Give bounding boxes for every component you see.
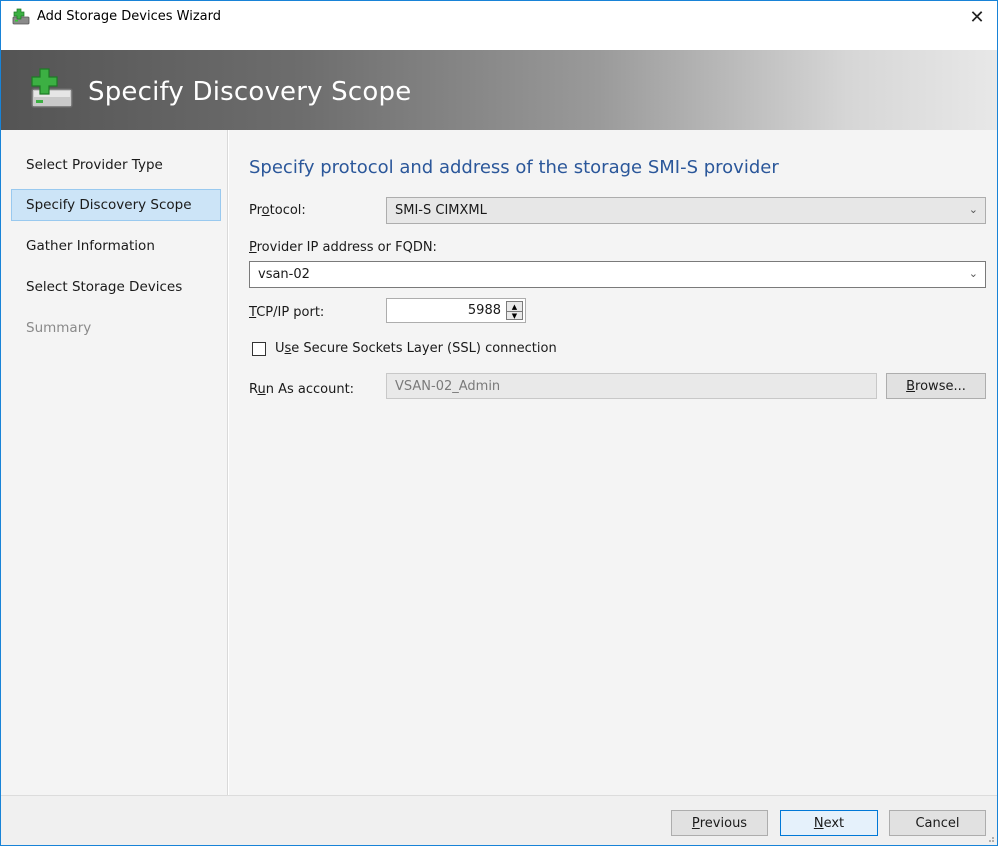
stepper-down-icon[interactable]: ▼ — [507, 311, 522, 320]
wizard-content: Specify protocol and address of the stor… — [229, 130, 997, 795]
section-heading: Specify protocol and address of the stor… — [249, 157, 779, 178]
next-button[interactable]: Next — [780, 810, 878, 836]
ssl-checkbox[interactable] — [252, 342, 266, 356]
stepper-up-icon[interactable]: ▲ — [507, 302, 522, 311]
run-as-label: Run As account: — [249, 382, 355, 397]
run-as-account-value: VSAN-02_Admin — [395, 378, 501, 394]
run-as-account-field: VSAN-02_Admin — [386, 373, 877, 399]
title-bar: Add Storage Devices Wizard ✕ — [1, 1, 997, 33]
chevron-down-icon[interactable]: ⌄ — [969, 267, 978, 280]
port-stepper[interactable]: 5988 ▲ ▼ — [386, 298, 526, 323]
add-storage-icon — [12, 8, 30, 25]
wizard-banner: Specify Discovery Scope — [1, 50, 997, 130]
step-label: Select Provider Type — [26, 157, 163, 173]
step-gather-information[interactable]: Gather Information — [11, 230, 221, 262]
step-summary: Summary — [11, 312, 221, 344]
provider-address-label: Provider IP address or FQDN: — [249, 240, 437, 255]
close-icon: ✕ — [969, 6, 985, 28]
provider-address-combobox[interactable]: vsan-02 ⌄ — [249, 261, 986, 288]
previous-button[interactable]: Previous — [671, 810, 768, 836]
protocol-value: SMI-S CIMXML — [395, 203, 487, 218]
step-select-storage-devices[interactable]: Select Storage Devices — [11, 271, 221, 303]
browse-button[interactable]: Browse... — [886, 373, 986, 399]
step-select-provider-type[interactable]: Select Provider Type — [11, 149, 221, 181]
port-label: TCP/IP port: — [249, 305, 325, 320]
add-storage-icon — [31, 68, 73, 108]
step-specify-discovery-scope[interactable]: Specify Discovery Scope — [11, 189, 221, 221]
ssl-label[interactable]: Use Secure Sockets Layer (SSL) connectio… — [275, 341, 557, 356]
close-button[interactable]: ✕ — [957, 1, 997, 33]
protocol-label: Protocol: — [249, 203, 306, 218]
window-title: Add Storage Devices Wizard — [37, 9, 221, 24]
wizard-window: Add Storage Devices Wizard ✕ Specify Dis… — [0, 0, 998, 846]
resize-grip-icon[interactable] — [985, 833, 995, 843]
step-label: Specify Discovery Scope — [26, 197, 192, 213]
port-value: 5988 — [467, 303, 501, 318]
protocol-dropdown[interactable]: SMI-S CIMXML ⌄ — [386, 197, 986, 224]
page-title: Specify Discovery Scope — [88, 77, 412, 107]
wizard-steps-sidebar: Select Provider Type Specify Discovery S… — [1, 130, 228, 795]
cancel-button[interactable]: Cancel — [889, 810, 986, 836]
chevron-down-icon: ⌄ — [968, 203, 978, 216]
wizard-footer: Previous Next Cancel — [1, 795, 997, 845]
stepper-arrows: ▲ ▼ — [506, 301, 523, 320]
step-label: Gather Information — [26, 238, 155, 254]
step-label: Summary — [26, 320, 92, 336]
step-label: Select Storage Devices — [26, 279, 183, 295]
provider-address-value: vsan-02 — [258, 267, 310, 282]
